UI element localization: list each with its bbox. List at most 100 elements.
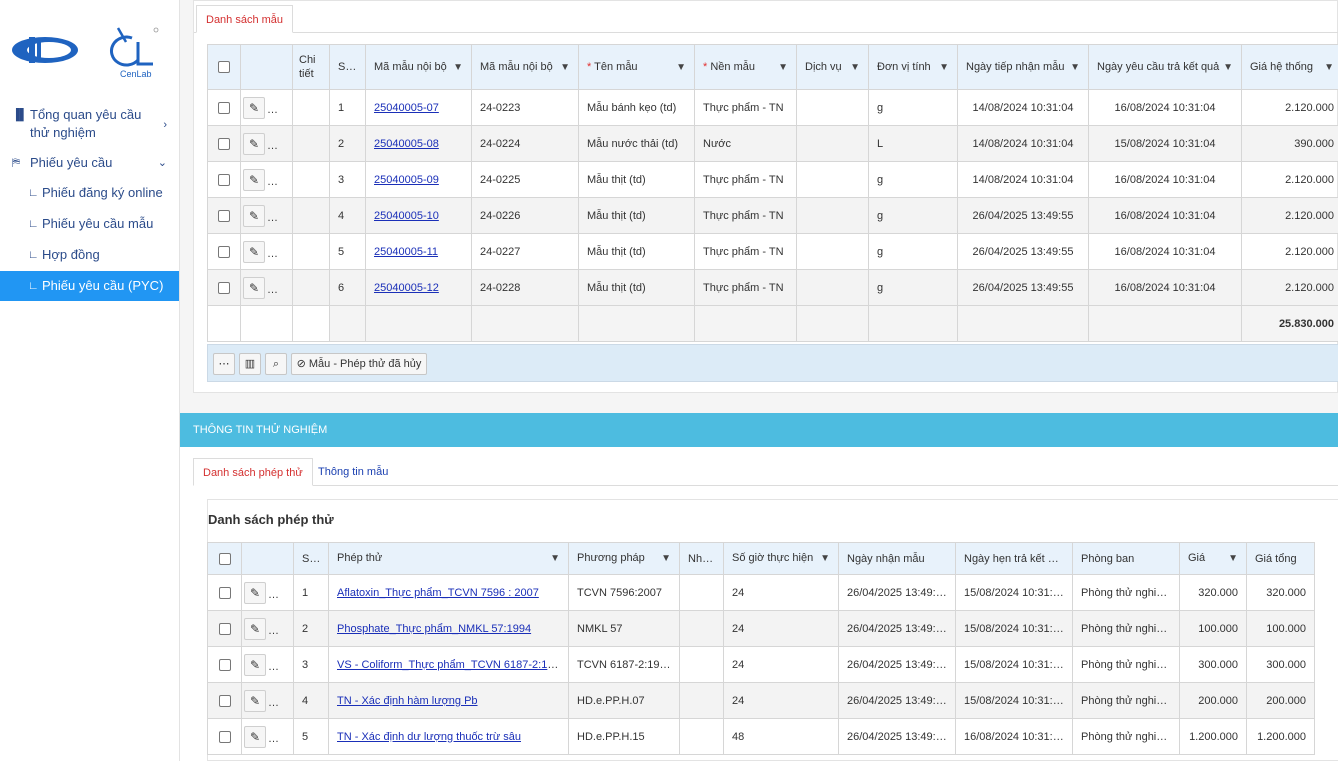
- column-header-total: Giá tổng: [1246, 542, 1315, 575]
- total-filler: [578, 305, 695, 342]
- column-header-sample-name[interactable]: * Tên mẫu ▼: [578, 44, 695, 90]
- row-checkbox[interactable]: [218, 281, 230, 294]
- edit-icon[interactable]: ✎: [243, 276, 265, 299]
- test-link[interactable]: TN - Xác định hàm lượng Pb: [337, 695, 478, 707]
- table-row[interactable]: ✎ ⋯ 2 25040005-08 24-0224 Mẫu nước thải (…: [207, 125, 1338, 162]
- row-checkbox[interactable]: [218, 245, 230, 258]
- cancelled-tests-button[interactable]: ⊘ Mẫu - Phép thử đã hủy: [291, 353, 427, 375]
- table-row[interactable]: ✎🗑 5 TN - Xác định dư lượng thuốc trừ sâ…: [207, 718, 1315, 755]
- test-link[interactable]: VS - Coliform_Thực phẩm_TCVN 6187-2:1996: [337, 659, 566, 671]
- more-options-button[interactable]: ⋯: [213, 353, 235, 375]
- column-header-system-price[interactable]: Giá hệ thống ▼: [1241, 44, 1338, 90]
- detail-cell[interactable]: [292, 269, 330, 306]
- table-row[interactable]: ✎ ⋯ 3 25040005-09 24-0225 Mẫu thịt (td) T…: [207, 161, 1338, 198]
- column-header-sample-base[interactable]: * Nền mẫu ▼: [694, 44, 797, 90]
- edit-icon[interactable]: ✎: [244, 653, 266, 676]
- filter-icon[interactable]: ▼: [661, 553, 671, 565]
- sidebar-item-online-registration[interactable]: ∟ Phiếu đăng ký online: [0, 184, 179, 202]
- select-all-checkbox[interactable]: [218, 552, 231, 565]
- edit-icon[interactable]: ✎: [244, 689, 266, 712]
- row-checkbox[interactable]: [218, 209, 230, 222]
- sample-code-link[interactable]: 25040005-08: [374, 138, 439, 150]
- columns-button[interactable]: ▥: [239, 353, 261, 375]
- test-link[interactable]: Aflatoxin_Thực phẩm_TCVN 7596 : 2007: [337, 587, 539, 599]
- column-label: Đơn vị tính: [877, 60, 931, 73]
- detail-cell[interactable]: [292, 125, 330, 162]
- column-header-test[interactable]: Phép thử ▼: [328, 542, 569, 575]
- sidebar-item-request[interactable]: ⛿ Phiếu yêu cầu ⌄: [0, 154, 179, 172]
- detail-cell[interactable]: [292, 233, 330, 270]
- detail-cell[interactable]: [292, 197, 330, 234]
- table-row[interactable]: ✎ ⋯ 5 25040005-11 24-0227 Mẫu thịt (td) T…: [207, 233, 1338, 270]
- edit-icon[interactable]: ✎: [244, 725, 266, 748]
- filter-icon[interactable]: ▼: [820, 553, 830, 565]
- row-checkbox[interactable]: [218, 658, 231, 671]
- total-filler: [329, 305, 366, 342]
- sample-code-link[interactable]: 25040005-07: [374, 102, 439, 114]
- row-checkbox[interactable]: [218, 694, 231, 707]
- row-checkbox[interactable]: [218, 101, 230, 114]
- select-all-checkbox[interactable]: [218, 61, 230, 74]
- edit-icon[interactable]: ✎: [243, 132, 265, 155]
- edit-icon[interactable]: ✎: [243, 204, 265, 227]
- stt-cell: 5: [293, 718, 329, 755]
- row-checkbox[interactable]: [218, 730, 231, 743]
- table-row[interactable]: ✎ ⋯ 1 25040005-07 24-0223 Mẫu bánh kẹo (t…: [207, 89, 1338, 126]
- sample-code-link[interactable]: 25040005-11: [374, 246, 438, 258]
- detail-cell[interactable]: [292, 161, 330, 198]
- search-button[interactable]: ⌕: [265, 353, 287, 375]
- table-row[interactable]: ✎🗑 3 VS - Coliform_Thực phẩm_TCVN 6187-2…: [207, 646, 1315, 683]
- filter-icon[interactable]: ▼: [778, 62, 788, 74]
- column-header-internal-code[interactable]: Mã mẫu nội bộ ▼: [471, 44, 579, 90]
- column-header-sample-code[interactable]: Mã mẫu nội bộ ▼: [365, 44, 472, 90]
- row-checkbox[interactable]: [218, 173, 230, 186]
- column-header-method[interactable]: Phương pháp ▼: [568, 542, 680, 575]
- tab-sample-list[interactable]: Danh sách mẫu: [196, 5, 294, 33]
- sidebar-item-overview[interactable]: ▐▌ Tổng quan yêu cầu thử nghiệm ›: [0, 106, 179, 142]
- edit-icon[interactable]: ✎: [243, 168, 265, 191]
- row-checkbox[interactable]: [218, 586, 231, 599]
- filter-icon[interactable]: ▼: [453, 62, 463, 74]
- column-header-service[interactable]: Dịch vụ ▼: [796, 44, 869, 90]
- column-header-price[interactable]: Giá ▼: [1179, 542, 1247, 575]
- column-header-hours[interactable]: Số giờ thực hiện ▼: [723, 542, 839, 575]
- row-checkbox[interactable]: [218, 137, 230, 150]
- column-header-unit[interactable]: Đơn vị tính ▼: [868, 44, 958, 90]
- edit-icon[interactable]: ✎: [244, 581, 266, 604]
- filter-icon[interactable]: ▼: [850, 62, 860, 74]
- edit-icon[interactable]: ✎: [243, 240, 265, 263]
- test-link[interactable]: TN - Xác định dư lượng thuốc trừ sâu: [337, 731, 521, 743]
- tab-test-list[interactable]: Danh sách phép thử: [193, 458, 313, 486]
- filter-icon[interactable]: ▼: [1324, 62, 1334, 74]
- filter-icon[interactable]: ▼: [1228, 553, 1238, 565]
- filter-icon[interactable]: ▼: [939, 62, 949, 74]
- edit-icon[interactable]: ✎: [243, 96, 265, 119]
- filter-icon[interactable]: ▼: [550, 553, 560, 565]
- department-cell: Phòng thử nghiệm: [1072, 682, 1180, 719]
- detail-cell[interactable]: [292, 89, 330, 126]
- column-header-received-date[interactable]: Ngày tiếp nhận mẫu ▼: [957, 44, 1089, 90]
- tab-sample-info[interactable]: Thông tin mẫu: [309, 458, 397, 486]
- table-row[interactable]: ✎ ⋯ 4 25040005-10 24-0226 Mẫu thịt (td) T…: [207, 197, 1338, 234]
- table-row[interactable]: ✎🗑 1 Aflatoxin_Thực phẩm_TCVN 7596 : 200…: [207, 574, 1315, 611]
- sidebar-item-sample-request[interactable]: ∟ Phiếu yêu cầu mẫu: [0, 215, 179, 233]
- filter-icon[interactable]: ▼: [560, 62, 570, 74]
- sample-code-link[interactable]: 25040005-09: [374, 174, 439, 186]
- column-label: Tên mẫu: [594, 60, 638, 73]
- filter-icon[interactable]: ▼: [676, 62, 686, 74]
- column-header-due-date[interactable]: Ngày yêu cầu trả kết quả ▼: [1088, 44, 1242, 90]
- table-row[interactable]: ✎ ⋯ 6 25040005-12 24-0228 Mẫu thịt (td) T…: [207, 269, 1338, 306]
- sample-code-link[interactable]: 25040005-10: [374, 210, 439, 222]
- table-row[interactable]: ✎🗑 2 Phosphate_Thực phẩm_NMKL 57:1994 NM…: [207, 610, 1315, 647]
- row-checkbox[interactable]: [218, 622, 231, 635]
- sidebar-item-contract[interactable]: ∟ Hợp đồng: [0, 246, 179, 264]
- sample-code-link[interactable]: 25040005-12: [374, 282, 439, 294]
- table-row[interactable]: ✎🗑 4 TN - Xác định hàm lượng Pb HD.e.PP.…: [207, 682, 1315, 719]
- unit-cell: g: [868, 233, 958, 270]
- hours-cell: 24: [723, 610, 839, 647]
- filter-icon[interactable]: ▼: [1070, 62, 1080, 74]
- edit-icon[interactable]: ✎: [244, 617, 266, 640]
- test-link[interactable]: Phosphate_Thực phẩm_NMKL 57:1994: [337, 623, 531, 635]
- sidebar-item-pyc[interactable]: ∟ Phiếu yêu cầu (PYC): [0, 271, 179, 301]
- filter-icon[interactable]: ▼: [1223, 62, 1233, 74]
